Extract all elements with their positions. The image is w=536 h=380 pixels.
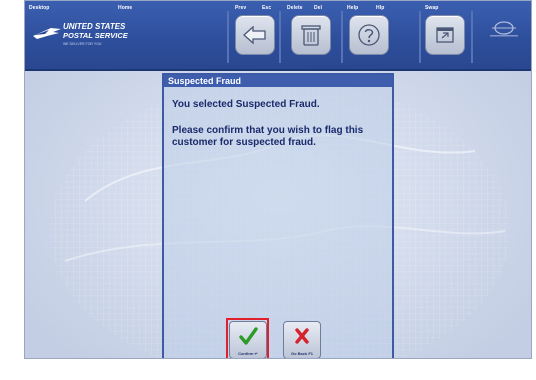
app-screen: Desktop Home UNITED STATES POSTAL SERVIC… xyxy=(24,0,532,359)
help-label: Help xyxy=(347,5,359,11)
confirm-button[interactable]: Confirm ↵ xyxy=(229,321,267,358)
eagle-icon xyxy=(33,28,61,39)
delete-button[interactable] xyxy=(291,15,331,55)
go-back-label: Go Back F1 xyxy=(290,351,313,356)
help-button[interactable] xyxy=(349,15,389,55)
toolbar-divider xyxy=(227,11,229,63)
dialog-message-selected: You selected Suspected Fraud. xyxy=(172,99,320,110)
corner-logo-icon xyxy=(490,21,518,37)
question-icon xyxy=(358,24,380,46)
prev-button[interactable] xyxy=(235,15,275,55)
logo-tagline: WE DELIVER FOR YOU xyxy=(63,42,102,46)
swap-window-icon xyxy=(436,27,454,43)
del-label: Del xyxy=(314,5,323,11)
x-icon xyxy=(295,328,309,344)
dialog-title: Suspected Fraud xyxy=(164,75,392,87)
toolbar-divider xyxy=(279,11,281,63)
swap-button[interactable] xyxy=(425,15,465,55)
checkmark-icon xyxy=(239,327,258,345)
logo-line2: POSTAL SERVICE xyxy=(63,31,128,40)
toolbar-divider xyxy=(471,11,473,63)
dialog-message-confirm: Please confirm that you wish to flag thi… xyxy=(172,125,364,148)
delete-label: Delete xyxy=(287,5,303,11)
toolbar-divider xyxy=(341,11,343,63)
trash-icon xyxy=(301,25,321,46)
usps-logo[interactable]: UNITED STATES POSTAL SERVICE WE DELIVER … xyxy=(29,14,133,60)
prev-label: Prev xyxy=(235,5,247,11)
go-back-button[interactable]: Go Back F1 xyxy=(283,321,321,358)
suspected-fraud-dialog: Suspected Fraud You selected Suspected F… xyxy=(162,73,394,358)
home-label: Home xyxy=(118,5,133,11)
confirm-label: Confirm ↵ xyxy=(238,351,258,356)
desktop-label: Desktop xyxy=(29,5,50,11)
logo-line1: UNITED STATES xyxy=(63,22,126,31)
hlp-label: Hlp xyxy=(376,5,385,11)
top-toolbar: Desktop Home UNITED STATES POSTAL SERVIC… xyxy=(25,1,531,71)
swap-label: Swap xyxy=(425,5,439,11)
esc-label: Esc xyxy=(262,5,272,11)
toolbar-divider xyxy=(419,11,421,63)
left-arrow-icon xyxy=(243,25,266,45)
